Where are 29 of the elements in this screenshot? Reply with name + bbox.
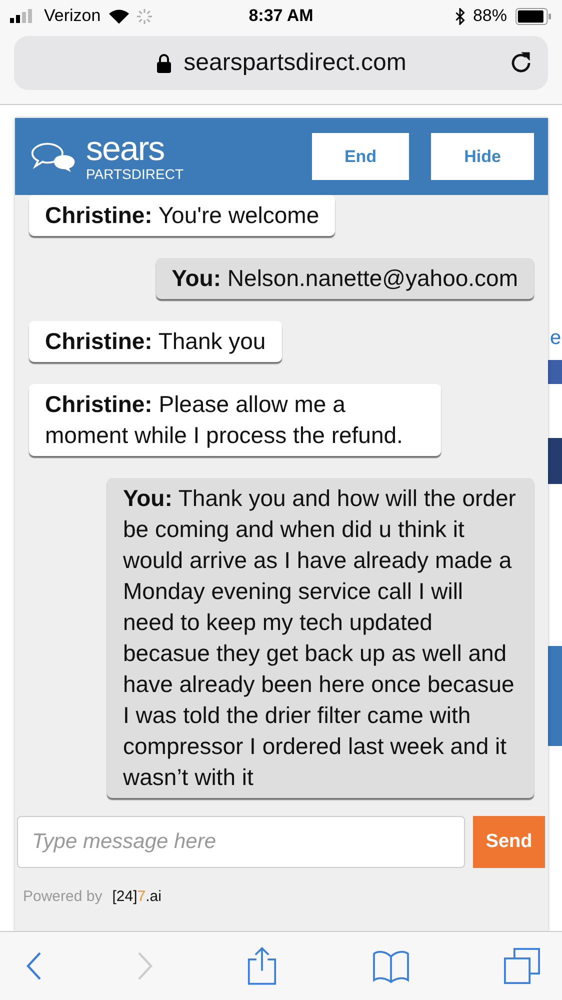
brand-subtitle: PARTSDIRECT — [86, 166, 184, 182]
url-text: searspartsdirect.com — [184, 49, 406, 77]
share-icon[interactable] — [247, 946, 277, 986]
battery-percent: 88% — [472, 6, 507, 26]
wifi-icon — [108, 8, 129, 24]
message-field[interactable]: Type message here — [17, 816, 465, 868]
lock-icon — [156, 53, 172, 73]
chat-header-button[interactable]: End — [312, 133, 409, 180]
brand-name: sears — [86, 132, 166, 166]
bookmarks-icon[interactable] — [372, 949, 410, 983]
chat-header-button[interactable]: Hide — [431, 133, 534, 180]
bluetooth-icon — [454, 8, 465, 24]
tabs-icon[interactable] — [504, 948, 540, 984]
page-bar — [548, 360, 562, 384]
send-button[interactable]: Send — [473, 816, 545, 868]
clock-time: 8:37 AM — [248, 6, 314, 26]
battery-icon — [515, 8, 552, 24]
powered-by-label: Powered by — [23, 888, 102, 905]
provider-logo: [24]7.ai — [112, 888, 162, 905]
user-message: You: Nelson.nanette@yahoo.com — [156, 258, 534, 299]
loading-icon — [136, 8, 152, 24]
user-message: You: Thank you and how will the order be coming and when did u think it would arrive as I have already made a Monday evening service call I will need to keep my tech updated becasue they get back up as well and have already been here once becasue I was told the drier filter came with compressor I ordered last week and it wasn’t with it — [107, 478, 534, 798]
address-bar[interactable]: searspartsdirect.com — [14, 36, 548, 90]
agent-message: Christine: You're welcome — [29, 195, 336, 236]
link-fragment[interactable]: e — [550, 327, 562, 355]
agent-message: Christine: Please allow me a moment while I process the refund. — [29, 384, 441, 456]
back-icon[interactable] — [26, 951, 42, 981]
agent-message: Christine: Thank you — [29, 321, 282, 362]
carrier-name: Verizon — [44, 6, 101, 26]
